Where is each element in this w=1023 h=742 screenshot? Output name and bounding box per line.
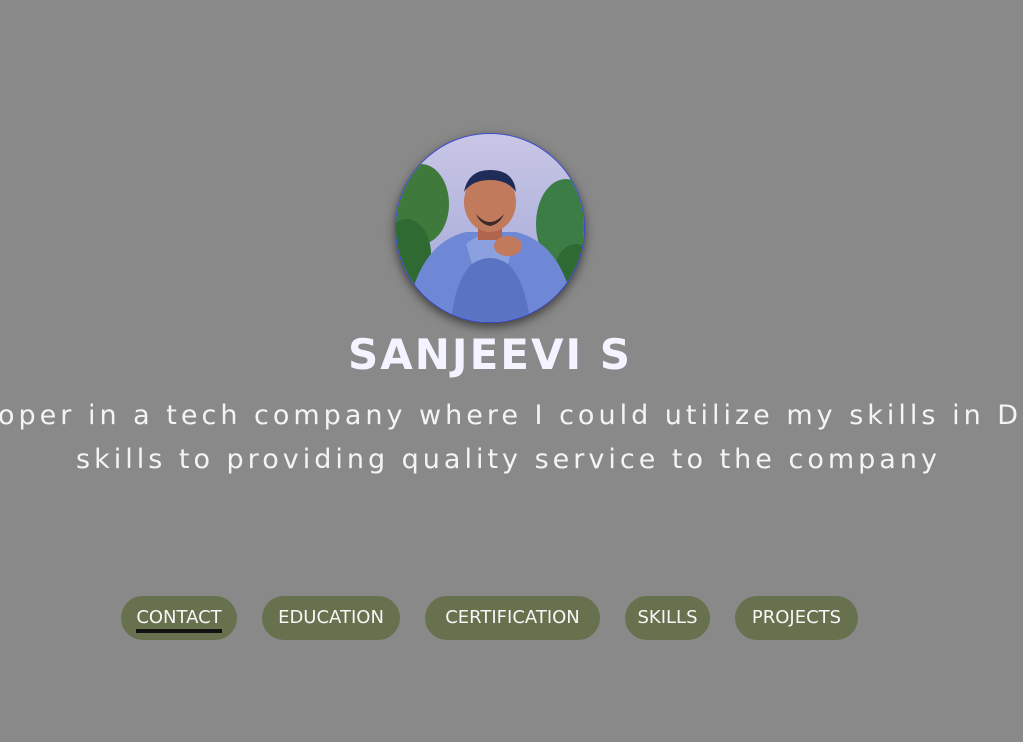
certification-button-label: CERTIFICATION	[445, 607, 580, 628]
projects-button[interactable]: PROJECTS	[735, 596, 858, 640]
page-title: SANJEEVI S	[348, 330, 632, 379]
skills-button[interactable]: SKILLS	[625, 596, 710, 640]
portfolio-page: SANJEEVI S oper in a tech company where …	[0, 0, 1023, 742]
contact-button[interactable]: CONTACT	[121, 596, 237, 640]
tagline-line-2: skills to providing quality service to t…	[76, 444, 941, 475]
certification-button[interactable]: CERTIFICATION	[425, 596, 600, 640]
tagline-line-1: oper in a tech company where I could uti…	[0, 400, 1023, 431]
projects-button-label: PROJECTS	[751, 607, 842, 628]
avatar	[395, 133, 585, 323]
education-button[interactable]: EDUCATION	[262, 596, 400, 640]
contact-button-label: CONTACT	[136, 607, 222, 633]
profile-photo-icon	[396, 134, 584, 322]
education-button-label: EDUCATION	[278, 607, 384, 628]
skills-button-label: SKILLS	[637, 607, 698, 628]
